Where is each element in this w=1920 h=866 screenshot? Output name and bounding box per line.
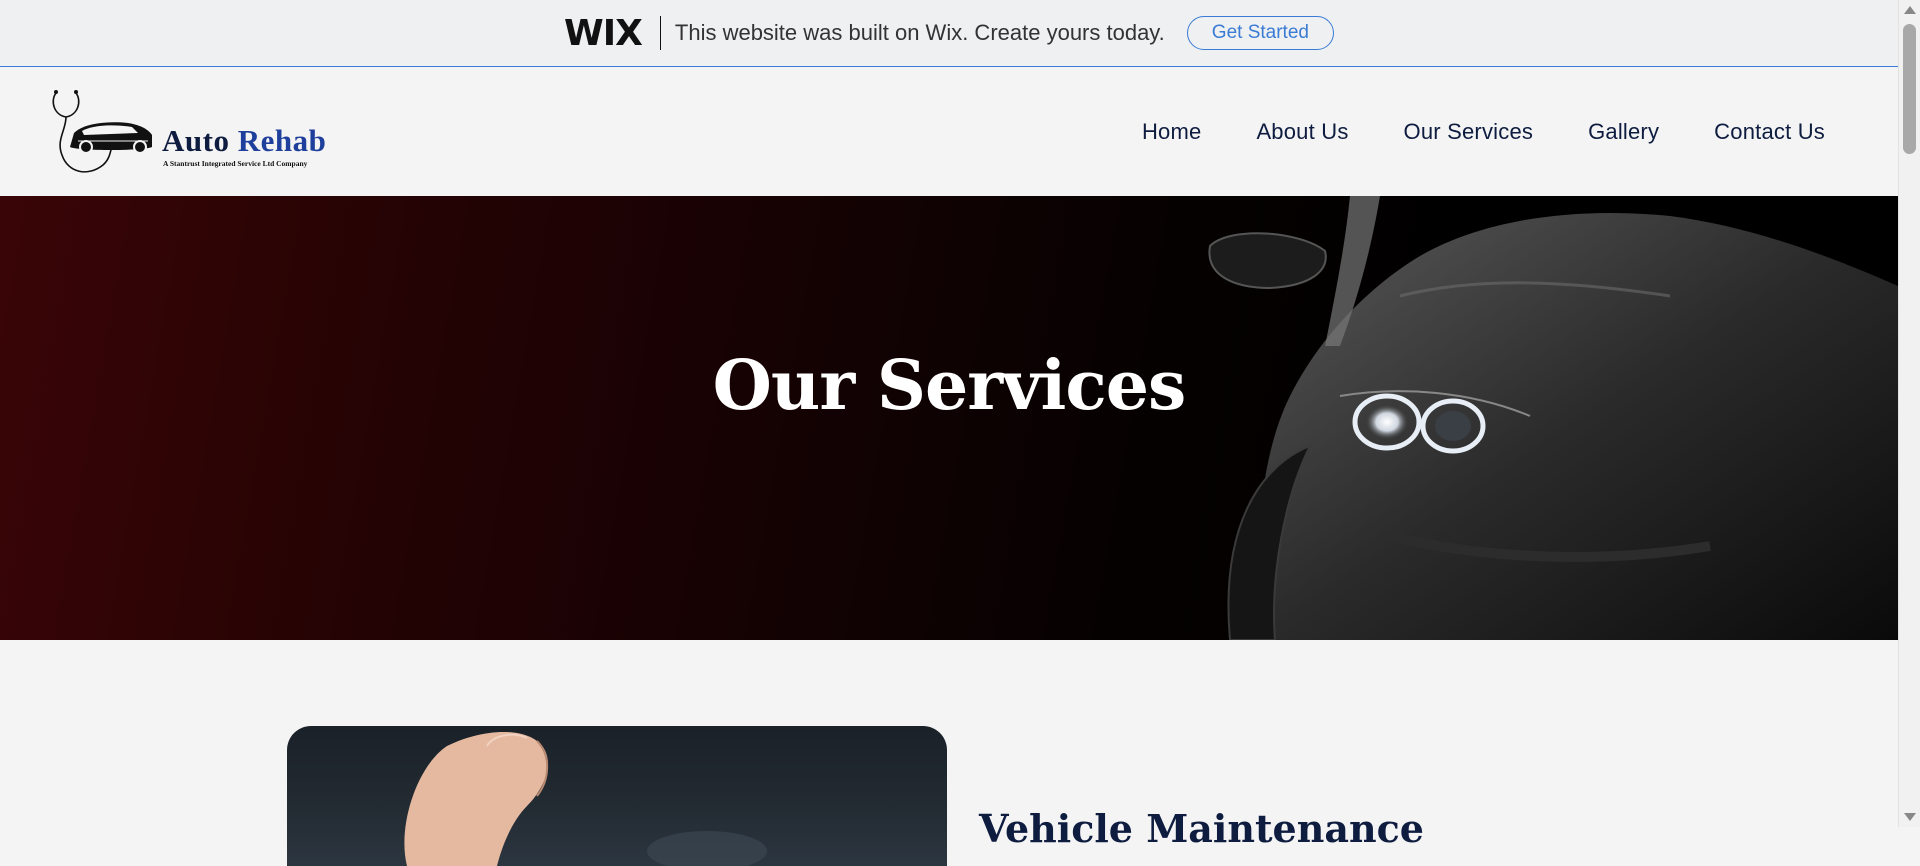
scroll-down-arrow-icon[interactable] <box>1904 813 1916 821</box>
page-title: Our Services <box>712 346 1187 426</box>
service-image <box>287 726 947 866</box>
page-scrollbar[interactable] <box>1898 0 1920 827</box>
banner-message: This website was built on Wix. Create yo… <box>674 20 1165 45</box>
main-nav: Home About Us Our Services Gallery Conta… <box>1087 67 1825 196</box>
service-title: Vehicle Maintenance <box>979 806 1424 851</box>
logo-name-auto: Auto <box>162 123 238 158</box>
scroll-thumb[interactable] <box>1903 24 1916 154</box>
logo-name-rehab: Rehab <box>237 123 327 158</box>
banner-divider <box>659 16 661 50</box>
wix-promo-banner: WIX This website was built on Wix. Creat… <box>0 0 1898 67</box>
logo-name: Auto Rehab <box>162 123 326 159</box>
scroll-up-arrow-icon[interactable] <box>1904 6 1916 14</box>
get-started-button[interactable]: Get Started <box>1186 16 1334 50</box>
nav-gallery[interactable]: Gallery <box>1588 119 1659 145</box>
site-logo[interactable]: Auto Rehab A Stantrust Integrated Servic… <box>48 85 358 177</box>
wix-logo[interactable]: WIX <box>564 13 643 54</box>
site-header: Auto Rehab A Stantrust Integrated Servic… <box>0 67 1898 196</box>
nav-home[interactable]: Home <box>1142 119 1202 145</box>
hero-banner: Our Services <box>0 196 1898 640</box>
nav-contact-us[interactable]: Contact Us <box>1714 119 1825 145</box>
nav-our-services[interactable]: Our Services <box>1404 119 1534 145</box>
nav-about-us[interactable]: About Us <box>1256 119 1348 145</box>
logo-tagline: A Stantrust Integrated Service Ltd Compa… <box>163 159 308 168</box>
mechanic-hand-image <box>404 731 767 866</box>
